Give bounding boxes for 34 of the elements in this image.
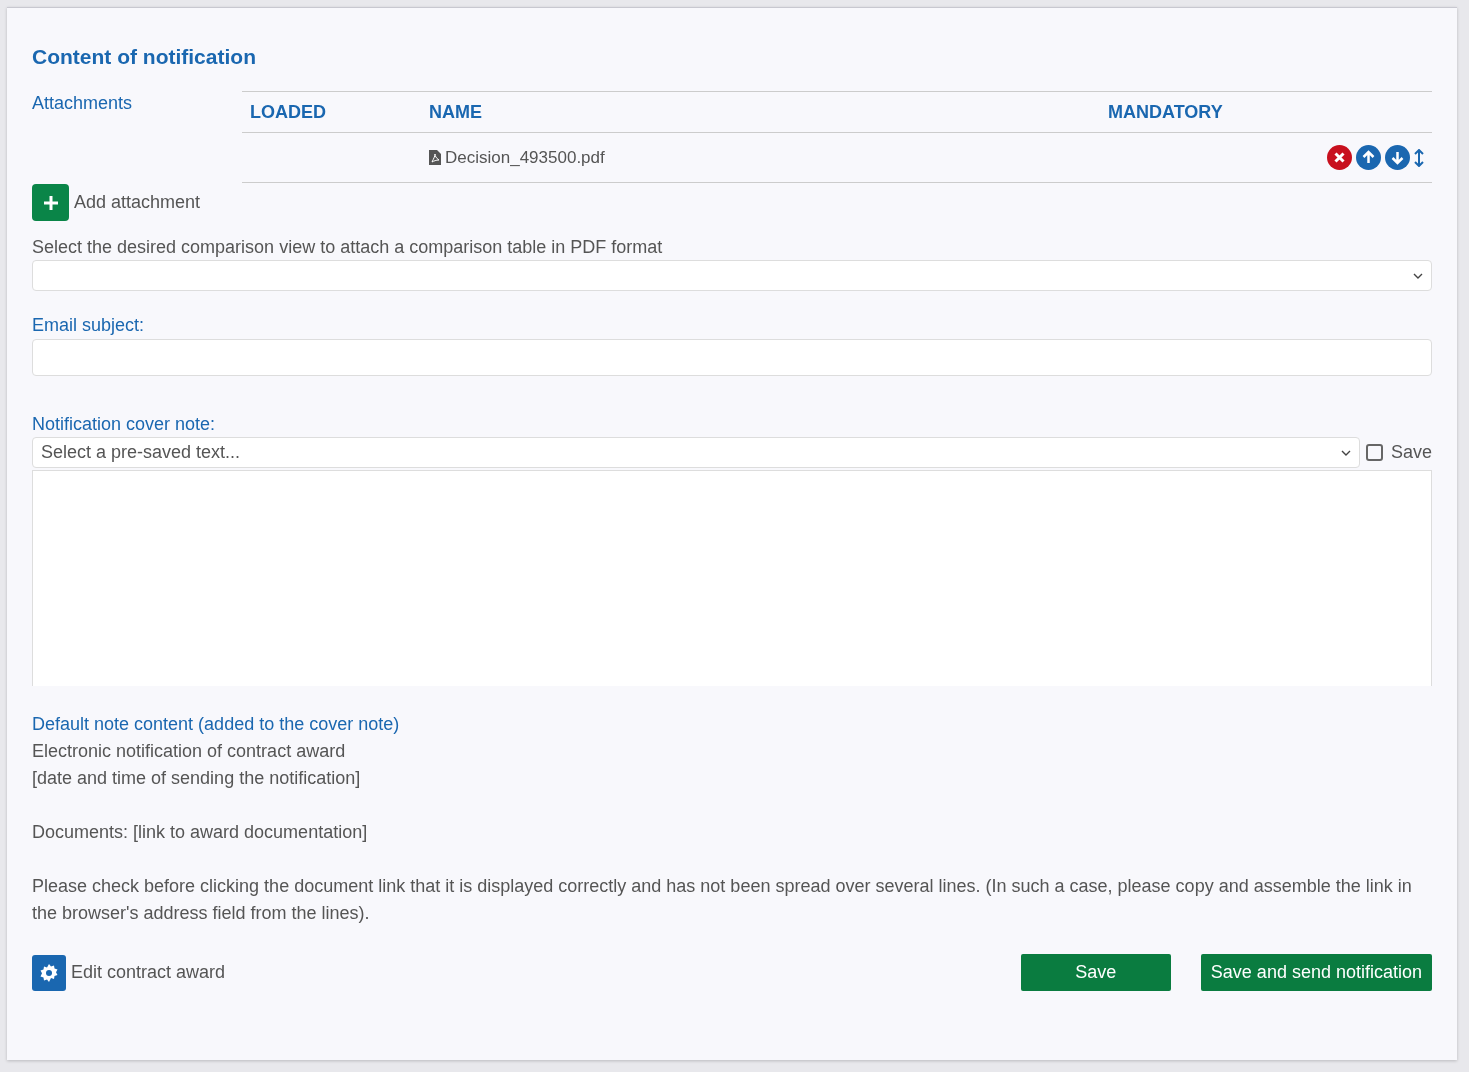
note-text: Please check before clicking the document link that it is displayed correctly and has not been spread over several lines. (In such a case, please copy and assemble the link in the browser's address field from the lines).: [32, 876, 1412, 923]
remove-icon[interactable]: [1327, 145, 1352, 170]
save-and-send-button[interactable]: Save and send notification: [1200, 954, 1432, 991]
add-button[interactable]: [32, 184, 69, 221]
arrow-up-icon[interactable]: [1356, 145, 1381, 170]
email-subject-label: Email subject:: [32, 315, 146, 336]
comparison-label: Select the desired comparison view to attach a comparison table in PDF format: [32, 237, 664, 258]
default-note-title: Default note content (added to the cover note): [32, 713, 401, 736]
select-placeholder: Select a pre-saved text...: [41, 442, 241, 463]
note-text: [date and time of sending the notification]: [32, 768, 361, 788]
file-name: Decision_493500.pdf: [445, 147, 605, 168]
email-subject-field[interactable]: [32, 339, 1432, 376]
save-checkbox-label: Save: [1390, 442, 1432, 463]
note-text: Documents: [link to award documentation]: [32, 822, 368, 842]
save-checkbox[interactable]: [1365, 444, 1383, 461]
save-button[interactable]: Save: [1020, 954, 1171, 991]
attachments-label: Attachments: [32, 93, 133, 113]
column-header: NAME: [421, 91, 1100, 133]
section-title: Content of notification: [32, 45, 257, 69]
cover-note-label: Notification cover note:: [32, 414, 217, 435]
add-attachment-link[interactable]: Add attachment: [74, 192, 201, 213]
pre-saved-text-select[interactable]: Select a pre-saved text...: [32, 437, 1360, 468]
plus-icon: [42, 194, 59, 211]
edit-button[interactable]: [32, 954, 66, 991]
settings-icon: [40, 963, 58, 982]
column-header: LOADED: [242, 91, 421, 133]
column-header: MANDATORY: [1100, 91, 1432, 133]
chevron-down-icon: [1413, 272, 1423, 279]
note-text: Electronic notification of contract award: [32, 741, 346, 761]
edit-contract-award-link[interactable]: Edit contract award: [71, 962, 226, 983]
chevron-down-icon: [1340, 449, 1351, 456]
pdf-file-icon: [429, 150, 441, 165]
drag-handle-icon[interactable]: [1414, 148, 1424, 167]
arrow-down-icon[interactable]: [1385, 145, 1410, 170]
